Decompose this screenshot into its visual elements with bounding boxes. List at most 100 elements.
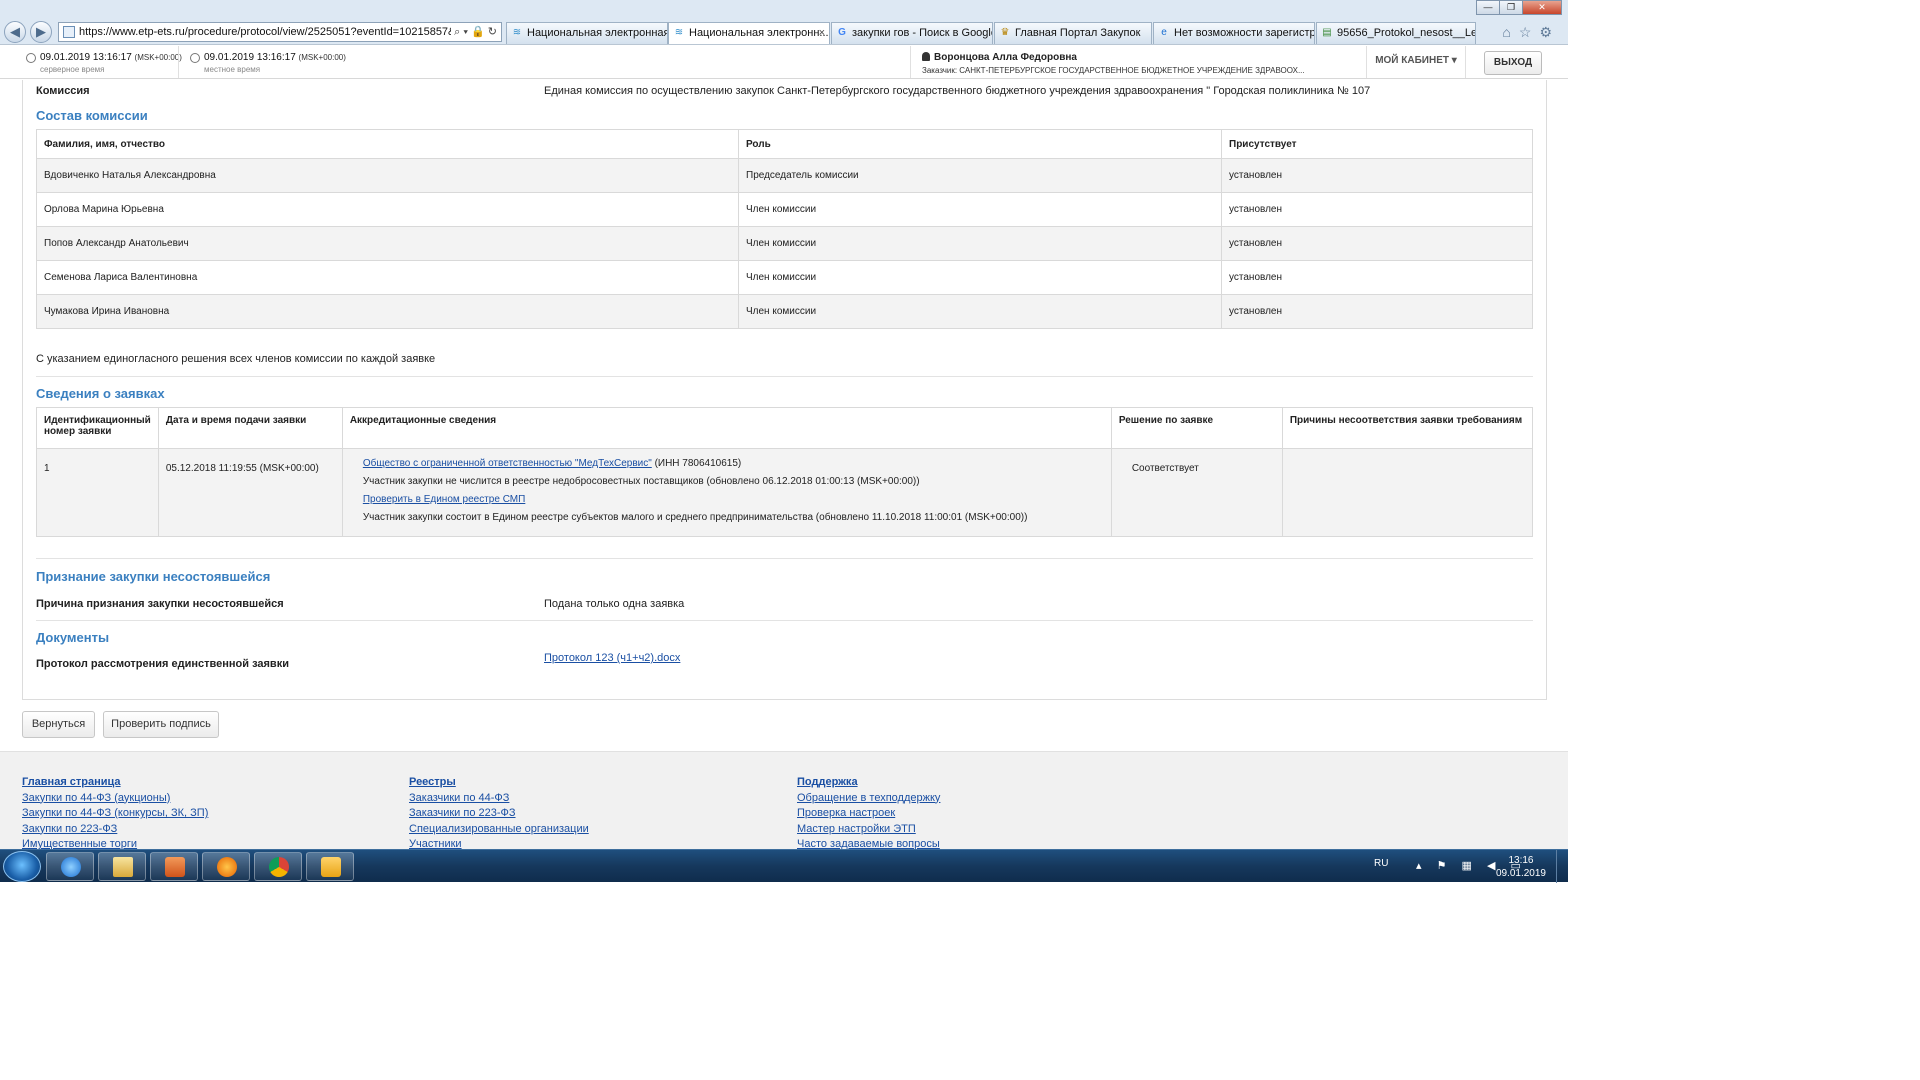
close-window-icon[interactable]: ✕	[1522, 0, 1562, 15]
applications-title: Сведения о заявках	[36, 386, 165, 401]
ie-taskbar-icon[interactable]	[46, 852, 94, 881]
member-presence: установлен	[1221, 192, 1533, 227]
clock-icon	[26, 53, 36, 63]
chrome-taskbar-icon[interactable]	[254, 852, 302, 881]
divider	[36, 620, 1533, 621]
documents-title: Документы	[36, 630, 110, 645]
back-button[interactable]: Вернуться	[22, 711, 95, 738]
tab-2-active[interactable]: ≋ Национальная электронн... ×	[668, 22, 830, 44]
registry-status: Участник закупки не числится в реестре н…	[362, 476, 920, 487]
my-cabinet-menu[interactable]: МОЙ КАБИНЕТ ▾	[1366, 46, 1466, 78]
ets-tab-icon: ≋	[674, 27, 684, 38]
commission-value: Единая комиссия по осуществлению закупок…	[544, 85, 1371, 97]
footer-link[interactable]: Специализированные организации	[409, 823, 589, 835]
outlook-taskbar-icon[interactable]	[306, 852, 354, 881]
address-bar[interactable]: https://www.etp-ets.ru/procedure/protoco…	[58, 22, 502, 42]
application-reasons	[1281, 448, 1534, 537]
member-role: Член комиссии	[738, 192, 1222, 227]
user-info: Воронцова Алла Федоровна Заказчик: САНКТ…	[922, 52, 1305, 75]
table-row: Семенова Лариса Валентиновна Член комисс…	[36, 260, 1533, 295]
column-header: Аккредитационные сведения	[341, 407, 1112, 449]
divider	[36, 558, 1533, 559]
verify-signature-button[interactable]: Проверить подпись	[103, 711, 219, 738]
footer-link[interactable]: Заказчики по 223-ФЗ	[409, 807, 516, 819]
table-row: Орлова Марина Юрьевна Член комиссии уста…	[36, 192, 1533, 227]
maximize-icon[interactable]: ❐	[1499, 0, 1523, 15]
member-role: Член комиссии	[738, 294, 1222, 329]
language-indicator[interactable]: RU	[1374, 858, 1388, 869]
tab-5[interactable]: e Нет возможности зарегистр...	[1153, 22, 1315, 44]
tab-1[interactable]: ≋ Национальная электронная ...	[506, 22, 668, 44]
system-clock[interactable]: 13:16 09.01.2019	[1496, 854, 1546, 880]
member-presence: установлен	[1221, 226, 1533, 261]
column-header: Дата и время подачи заявки	[157, 407, 343, 449]
divider	[910, 46, 911, 78]
window-controls: — ❐ ✕	[1476, 0, 1562, 15]
failed-reason-label: Причина признания закупки несостоявшейся	[36, 598, 284, 610]
table-row: Чумакова Ирина Ивановна Член комиссии ус…	[36, 294, 1533, 329]
google-icon: G	[838, 27, 846, 38]
application-id: 1	[36, 448, 159, 537]
member-presence: установлен	[1221, 260, 1533, 295]
footer-link[interactable]: Мастер настройки ЭТП	[797, 823, 916, 835]
column-header: Идентификационный номер заявки	[36, 407, 159, 449]
application-date: 05.12.2018 11:19:55 (MSK+00:00)	[157, 448, 343, 537]
member-role: Член комиссии	[738, 260, 1222, 295]
tab-6[interactable]: ▤95656_Protokol_nesost__Legio...	[1316, 22, 1476, 44]
footer-link[interactable]: Закупки по 44-ФЗ (конкурсы, ЗК, ЗП)	[22, 807, 208, 819]
show-desktop-button[interactable]	[1556, 850, 1568, 883]
minimize-icon[interactable]: —	[1476, 0, 1500, 15]
favorites-icon[interactable]: ☆	[1519, 24, 1540, 40]
explorer-taskbar-icon[interactable]	[98, 852, 146, 881]
url-text: https://www.etp-ets.ru/procedure/protoco…	[79, 26, 486, 38]
footer-link[interactable]: Реестры	[409, 776, 456, 788]
back-nav-icon[interactable]: ◀	[4, 21, 26, 43]
ie-icon: e	[1161, 27, 1167, 38]
protocol-doc-link[interactable]: Протокол 123 (ч1+ч2).docx	[544, 652, 680, 664]
footer-link[interactable]: Проверка настроек	[797, 807, 895, 819]
organization-link[interactable]: Общество с ограниченной ответственностью…	[363, 458, 652, 469]
composition-table: Фамилия, имя, отчество Роль Присутствует…	[36, 129, 1533, 329]
address-tools-icon[interactable]: ⌕ ▾ 🔒 ↻	[451, 23, 497, 41]
table-row: Вдовиченко Наталья Александровна Председ…	[36, 158, 1533, 193]
gear-icon[interactable]: ⚙	[1539, 24, 1560, 40]
table-row: Попов Александр Анатольевич Член комисси…	[36, 226, 1533, 261]
forward-nav-icon[interactable]: ▶	[30, 21, 52, 43]
divider	[178, 46, 179, 78]
exit-button[interactable]: ВЫХОД	[1484, 51, 1542, 75]
footer-link[interactable]: Закупки по 223-ФЗ	[22, 823, 117, 835]
ets-tab-icon: ≋	[512, 27, 522, 38]
table-row: 1 05.12.2018 11:19:55 (MSK+00:00) Общест…	[36, 448, 1534, 537]
tab-4[interactable]: ♛ Главная Портал Закупок	[994, 22, 1152, 44]
user-icon	[922, 52, 930, 61]
footer-link[interactable]: Закупки по 44-ФЗ (аукционы)	[22, 792, 170, 804]
column-header: Фамилия, имя, отчество	[36, 129, 739, 159]
table-header-row: Идентификационный номер заявки Дата и вр…	[36, 407, 1534, 449]
applications-table: Идентификационный номер заявки Дата и вр…	[36, 407, 1534, 537]
divider	[36, 376, 1533, 377]
footer-link[interactable]: Главная страница	[22, 776, 121, 788]
footer-link[interactable]: Заказчики по 44-ФЗ	[409, 792, 509, 804]
composition-title: Состав комиссии	[36, 108, 148, 123]
footer-link[interactable]: Поддержка	[797, 776, 858, 788]
member-name: Чумакова Ирина Ивановна	[36, 294, 739, 329]
protocol-content: Комиссия Единая комиссия по осуществлени…	[22, 80, 1547, 700]
table-header-row: Фамилия, имя, отчество Роль Присутствует	[36, 129, 1533, 159]
column-header: Причины несоответствия заявки требования…	[1281, 407, 1534, 449]
tab-close-icon[interactable]: ×	[819, 23, 825, 43]
page-icon	[63, 26, 75, 38]
footer-link[interactable]: Обращение в техподдержку	[797, 792, 940, 804]
tab-3[interactable]: Gзакупки гов - Поиск в Google	[831, 22, 993, 44]
media-taskbar-icon[interactable]	[150, 852, 198, 881]
column-header: Присутствует	[1221, 129, 1533, 159]
firefox-taskbar-icon[interactable]	[202, 852, 250, 881]
commission-note: С указанием единогласного решения всех ч…	[36, 353, 436, 365]
check-smp-link[interactable]: Проверить в Едином реестре СМП	[363, 494, 526, 505]
member-name: Вдовиченко Наталья Александровна	[36, 158, 739, 193]
emblem-icon: ♛	[1000, 27, 1010, 38]
footer-col-support: Поддержка Обращение в техподдержку Прове…	[797, 776, 940, 854]
footer-col-main: Главная страница Закупки по 44-ФЗ (аукци…	[22, 776, 208, 854]
application-decision: Соответствует	[1110, 448, 1283, 537]
start-button-icon[interactable]	[3, 851, 41, 882]
home-icon[interactable]: ⌂	[1502, 24, 1518, 40]
